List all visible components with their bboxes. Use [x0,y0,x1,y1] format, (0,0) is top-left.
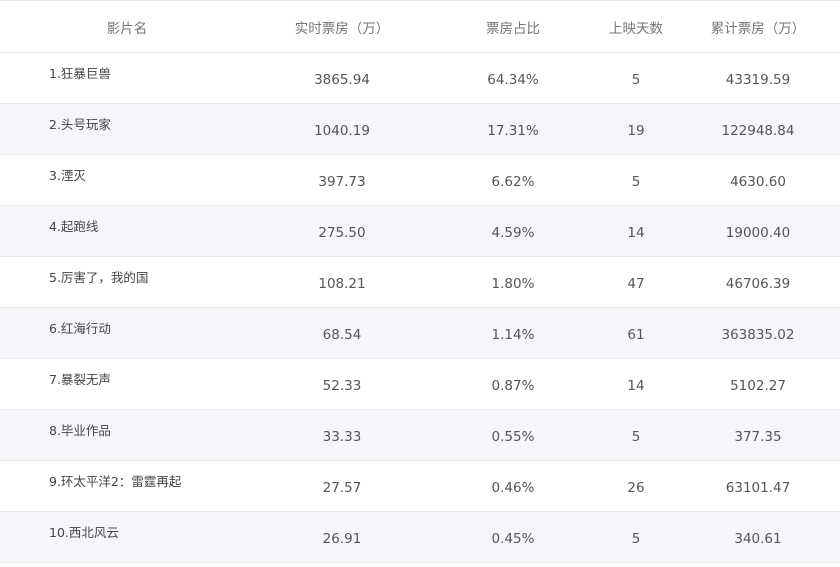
film-name-cell: 2.头号玩家 [49,117,111,132]
table-header-row: 影片名 实时票房（万） 票房占比 上映天数 累计票房（万） [0,1,840,53]
days-in-release-cell: 5 [631,429,641,445]
film-name-cell: 10.西北风云 [49,525,119,540]
film-name-cell: 6.红海行动 [49,321,111,336]
film-name-cell: 9.环太平洋2：雷霆再起 [49,474,182,489]
table-row: 3.湮灭 397.73 6.62% 5 4630.60 [0,155,840,206]
box-office-share-cell: 64.34% [487,72,539,88]
realtime-box-office-cell: 27.57 [322,480,362,496]
cumulative-box-office-cell: 122948.84 [721,123,795,139]
realtime-box-office-cell: 68.54 [322,327,362,343]
header-days-in-release: 上映天数 [609,20,663,37]
realtime-box-office-cell: 26.91 [322,531,362,547]
table-row: 9.环太平洋2：雷霆再起 27.57 0.46% 26 63101.47 [0,461,840,512]
days-in-release-cell: 26 [627,480,645,496]
realtime-box-office-cell: 1040.19 [314,123,370,139]
cumulative-box-office-cell: 63101.47 [725,480,791,496]
days-in-release-cell: 5 [631,174,641,190]
cumulative-box-office-cell: 19000.40 [725,225,791,241]
box-office-share-cell: 17.31% [487,123,539,139]
days-in-release-cell: 47 [627,276,645,292]
realtime-box-office-cell: 397.73 [318,174,366,190]
table-body: 1.狂暴巨兽 3865.94 64.34% 5 43319.59 2.头号玩家 1040.1… [0,53,840,563]
box-office-share-cell: 0.46% [491,480,535,496]
header-box-office-share: 票房占比 [486,20,540,37]
table-row: 8.毕业作品 33.33 0.55% 5 377.35 [0,410,840,461]
table-row: 2.头号玩家 1040.19 17.31% 19 122948.84 [0,104,840,155]
film-name-cell: 5.厉害了，我的国 [49,270,149,285]
box-office-share-cell: 0.87% [491,378,535,394]
film-name-cell: 7.暴裂无声 [49,372,111,387]
header-cumulative-box-office: 累计票房（万） [710,20,806,37]
box-office-share-cell: 0.45% [491,531,535,547]
days-in-release-cell: 61 [627,327,645,343]
realtime-box-office-cell: 33.33 [322,429,362,445]
days-in-release-cell: 19 [627,123,645,139]
table-row: 5.厉害了，我的国 108.21 1.80% 47 46706.39 [0,257,840,308]
days-in-release-cell: 14 [627,225,645,241]
realtime-box-office-cell: 52.33 [322,378,362,394]
realtime-box-office-cell: 108.21 [318,276,366,292]
cumulative-box-office-cell: 4630.60 [730,174,786,190]
box-office-share-cell: 6.62% [491,174,535,190]
header-film-name: 影片名 [106,20,148,37]
header-realtime-box-office: 实时票房（万） [294,20,390,37]
realtime-box-office-cell: 275.50 [318,225,366,241]
realtime-box-office-cell: 3865.94 [314,72,370,88]
cumulative-box-office-cell: 5102.27 [730,378,786,394]
table-row: 10.西北风云 26.91 0.45% 5 340.61 [0,512,840,563]
days-in-release-cell: 5 [631,531,641,547]
box-office-share-cell: 0.55% [491,429,535,445]
cumulative-box-office-cell: 377.35 [734,429,782,445]
film-name-cell: 3.湮灭 [49,168,86,183]
box-office-share-cell: 4.59% [491,225,535,241]
box-office-share-cell: 1.80% [491,276,535,292]
table-row: 4.起跑线 275.50 4.59% 14 19000.40 [0,206,840,257]
table-row: 6.红海行动 68.54 1.14% 61 363835.02 [0,308,840,359]
film-name-cell: 8.毕业作品 [49,423,111,438]
cumulative-box-office-cell: 46706.39 [725,276,791,292]
table-row: 1.狂暴巨兽 3865.94 64.34% 5 43319.59 [0,53,840,104]
days-in-release-cell: 14 [627,378,645,394]
film-name-cell: 1.狂暴巨兽 [49,66,111,81]
box-office-share-cell: 1.14% [491,327,535,343]
days-in-release-cell: 5 [631,72,641,88]
box-office-table: 影片名 实时票房（万） 票房占比 上映天数 累计票房（万） 1.狂暴巨兽 3865… [0,0,840,563]
cumulative-box-office-cell: 340.61 [734,531,782,547]
table-row: 7.暴裂无声 52.33 0.87% 14 5102.27 [0,359,840,410]
cumulative-box-office-cell: 43319.59 [725,72,791,88]
cumulative-box-office-cell: 363835.02 [721,327,795,343]
film-name-cell: 4.起跑线 [49,219,99,234]
